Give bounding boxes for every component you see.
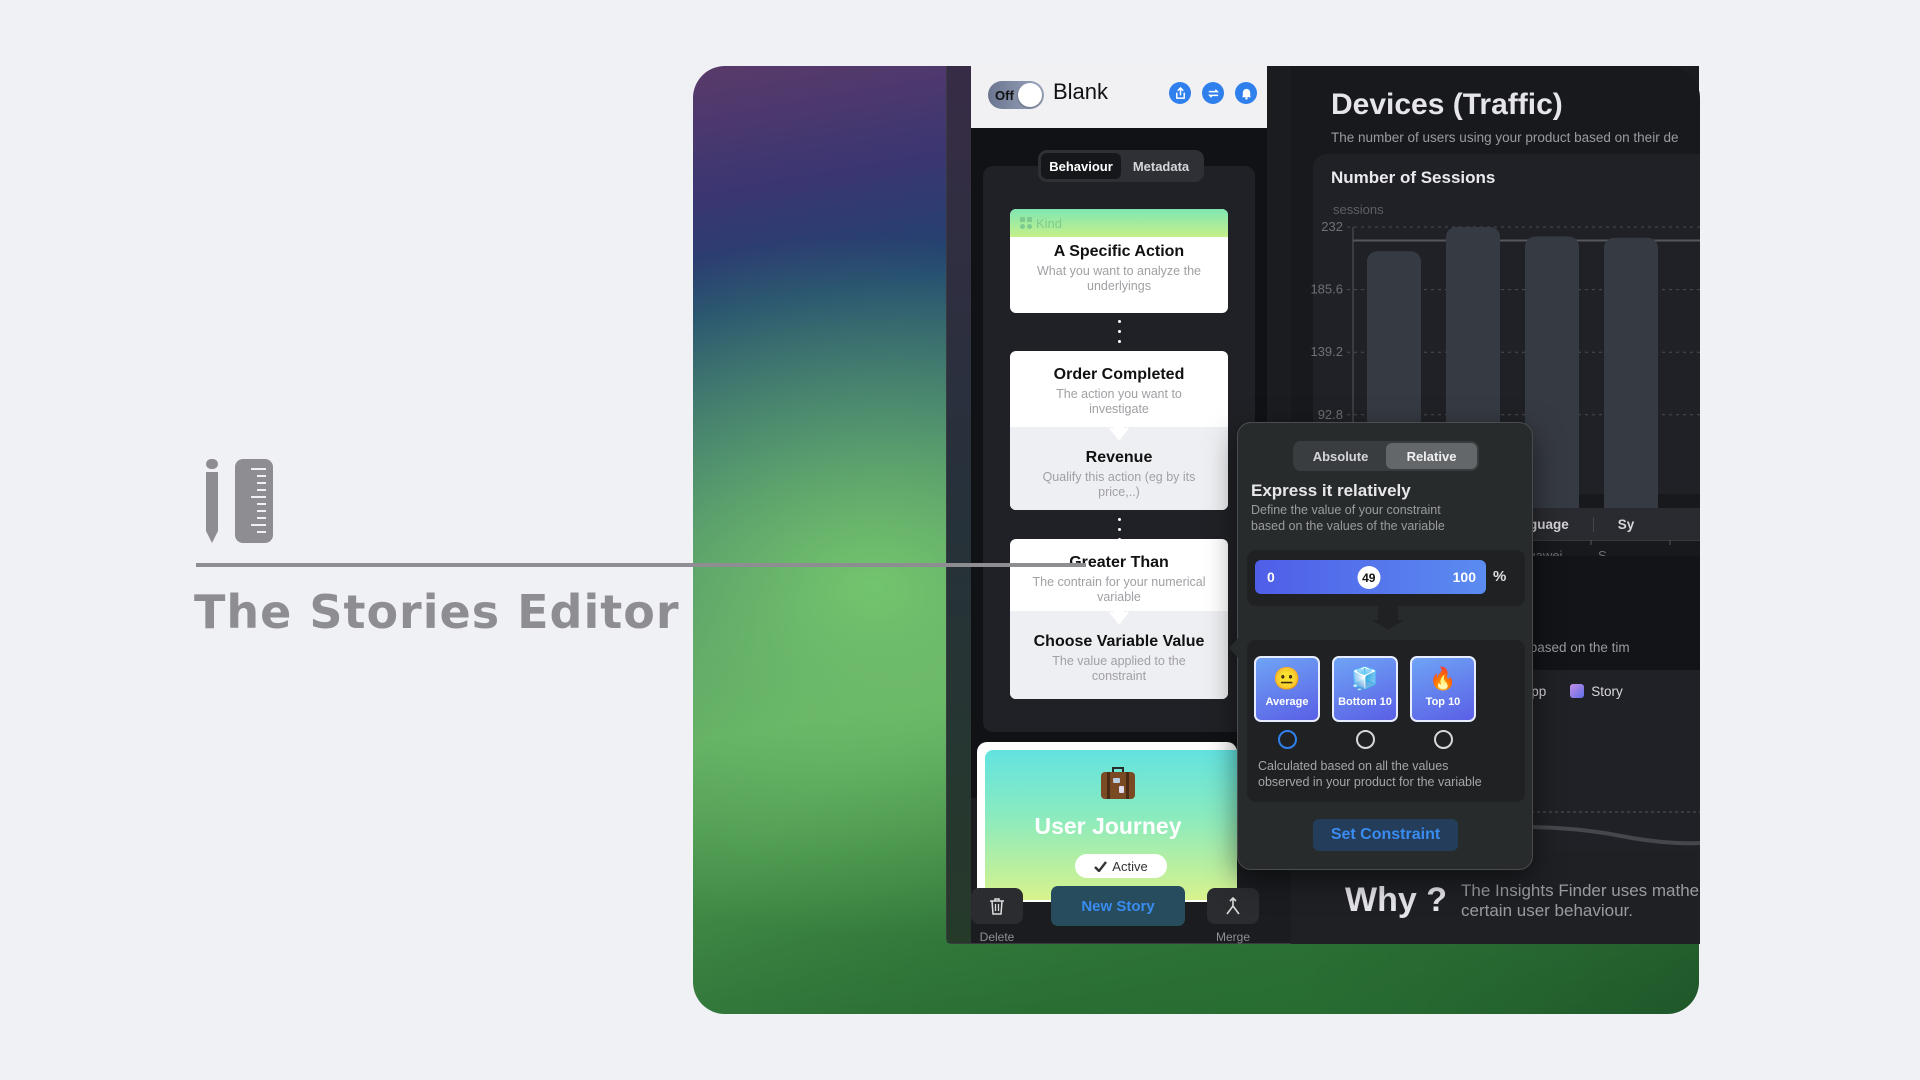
arrow-down-icon: 🡇 [1107, 602, 1131, 627]
value-subcard[interactable]: 🡇 Choose Variable Value The value applie… [1010, 604, 1228, 699]
grid-icon [1020, 217, 1032, 229]
radio-top-10[interactable] [1434, 730, 1453, 749]
choice-note: Calculated based on all the values observ… [1258, 759, 1482, 789]
editor-tabs: Behaviour Metadata [1038, 150, 1204, 182]
caption-connector-line [196, 563, 1086, 567]
connector-dots [1118, 320, 1122, 343]
neutral-face-icon: 😐 [1273, 666, 1301, 691]
preset-choices: 😐 Average 🧊 Bottom 10 🔥 Top 10 Calculate… [1247, 640, 1525, 802]
toggle-label: Off [995, 88, 1014, 103]
percent-slider[interactable]: 0 49 100 [1255, 560, 1486, 594]
sync-icon[interactable] [1202, 82, 1224, 104]
radio-average[interactable] [1278, 730, 1297, 749]
set-constraint-button[interactable]: Set Constraint [1313, 819, 1458, 851]
popover-description: Define the value of your constraint based… [1251, 503, 1445, 533]
action-card[interactable]: Order Completed The action you want to i… [1010, 351, 1228, 510]
trash-icon [990, 898, 1004, 915]
legend-story-swatch [1570, 684, 1585, 698]
card-description: What you want to analyze the underlyings [1037, 264, 1201, 293]
slider-callout-tail [1372, 606, 1404, 630]
bar [1604, 237, 1658, 541]
card-title: Choose Variable Value [1033, 633, 1205, 650]
choice-label: Top 10 [1425, 696, 1461, 708]
checkmark-icon [1094, 860, 1108, 872]
delete-button[interactable] [971, 888, 1023, 924]
kind-header: Kind [1010, 209, 1228, 237]
card-description: The contrain for your numerical variable [1032, 575, 1206, 604]
ice-cube-icon: 🧊 [1351, 666, 1379, 691]
y-tick-label: 92.8 [1318, 407, 1343, 422]
card-description: The action you want to investigate [1056, 387, 1182, 416]
arrow-down-icon: 🡇 [1107, 418, 1131, 443]
story-title: Blank [1053, 79, 1109, 104]
mode-switch: Absolute Relative [1293, 441, 1479, 471]
card-title: A Specific Action [1053, 243, 1185, 260]
y-tick-label: 139.2 [1310, 344, 1343, 359]
mode-absolute[interactable]: Absolute [1295, 443, 1386, 469]
connector-dots [1118, 518, 1122, 541]
share-icon[interactable] [1169, 82, 1191, 104]
tab-metadata[interactable]: Metadata [1121, 153, 1201, 179]
slider-unit: % [1493, 568, 1507, 585]
fire-icon: 🔥 [1429, 666, 1457, 691]
kind-label: Kind [1036, 215, 1063, 231]
popover-heading: Express it relatively [1251, 481, 1411, 500]
card-description: Qualify this action (eg by its price,..) [1042, 470, 1196, 499]
choice-average[interactable]: 😐 Average [1254, 656, 1320, 722]
bell-icon[interactable] [1235, 82, 1257, 104]
variable-subcard[interactable]: 🡇 Revenue Qualify this action (eg by its… [1010, 420, 1228, 510]
story-topbar: Off Blank [971, 66, 1267, 128]
choice-bottom-10[interactable]: 🧊 Bottom 10 [1332, 656, 1398, 722]
journey-title: User Journey [1034, 813, 1182, 839]
card-title: Order Completed [1053, 366, 1185, 383]
legend-story: Story [1570, 684, 1623, 699]
tab-behaviour[interactable]: Behaviour [1041, 153, 1121, 179]
new-story-button[interactable]: New Story [1051, 886, 1185, 926]
mode-relative[interactable]: Relative [1386, 443, 1477, 469]
slider-knob[interactable]: 49 [1357, 566, 1381, 589]
y-axis-label: sessions [1333, 202, 1384, 217]
tab-system[interactable]: Sy [1594, 517, 1659, 532]
pencil-and-ruler-icon [206, 459, 273, 543]
choice-label: Bottom 10 [1338, 696, 1392, 708]
merge-label: Merge [1215, 930, 1250, 944]
slider-min: 0 [1267, 569, 1275, 585]
merge-button[interactable] [1207, 888, 1259, 924]
y-tick-label: 185.6 [1310, 282, 1343, 297]
card-description: The value applied to the constraint [1052, 654, 1186, 683]
slider-max: 100 [1452, 569, 1476, 585]
window-edge [947, 66, 971, 943]
active-badge[interactable]: Active [1075, 854, 1167, 878]
caption-title: The Stories Editor [194, 585, 680, 639]
card-title: Revenue [1085, 449, 1153, 466]
kind-card[interactable]: Kind A Specific Action What you want to … [1010, 209, 1228, 313]
why-text: The Insights Finder uses mathe certain us… [1461, 881, 1700, 920]
stage: The Stories Editor Off Blank Behaviour M… [0, 0, 1920, 1080]
bar [1525, 236, 1579, 540]
active-label: Active [1112, 858, 1148, 874]
delete-label: Delete [979, 930, 1015, 944]
y-tick-label: 232 [1321, 219, 1343, 234]
choice-top-10[interactable]: 🔥 Top 10 [1410, 656, 1476, 722]
merge-icon [1226, 897, 1240, 915]
choice-label: Average [1265, 696, 1309, 708]
percent-slider-box: 0 49 100 % [1247, 550, 1525, 606]
bottom-toolbar: Delete New Story Merge [971, 878, 1271, 944]
popover-pointer [1229, 638, 1238, 658]
suitcase-icon [1101, 767, 1135, 799]
toggle-knob [1018, 83, 1042, 107]
constraint-popover: Absolute Relative Express it relatively … [1229, 422, 1533, 870]
radio-bottom-10[interactable] [1356, 730, 1375, 749]
story-toggle[interactable]: Off [988, 81, 1044, 109]
why-title: Why ? [1345, 881, 1447, 919]
